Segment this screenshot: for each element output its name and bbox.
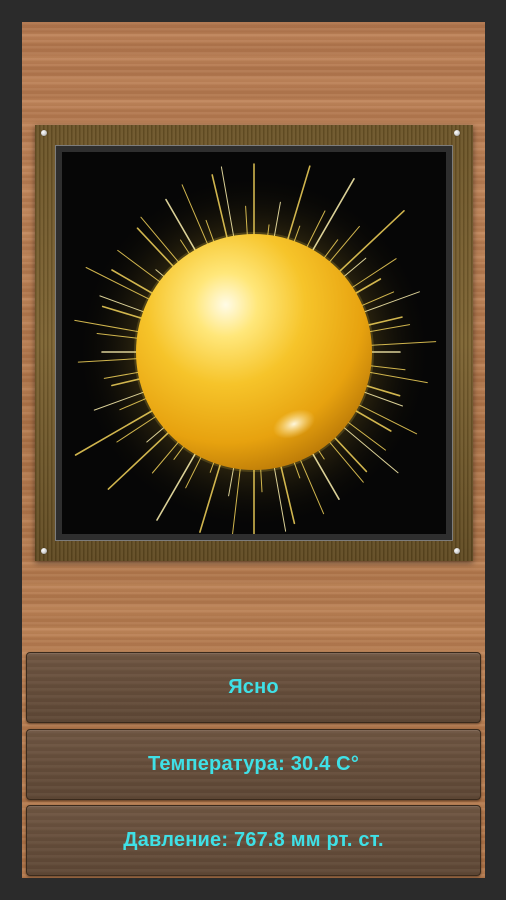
screw-icon	[454, 548, 460, 554]
screw-icon	[454, 130, 460, 136]
weather-picture-frame	[35, 125, 473, 561]
temperature-label: Температура: 30.4 C°	[147, 753, 360, 775]
sun-icon	[62, 152, 446, 534]
condition-label: Ясно	[228, 676, 279, 698]
screw-icon	[41, 130, 47, 136]
condition-button[interactable]: Ясно	[26, 652, 481, 723]
temperature-button[interactable]: Температура: 30.4 C°	[26, 729, 481, 800]
weather-app: Ясно Температура: 30.4 C° Давление: 767.…	[22, 22, 485, 878]
pressure-label: Давление: 767.8 мм рт. ст.	[123, 829, 384, 851]
screw-icon	[41, 548, 47, 554]
pressure-button[interactable]: Давление: 767.8 мм рт. ст.	[26, 805, 481, 876]
weather-icon-display	[62, 152, 446, 534]
